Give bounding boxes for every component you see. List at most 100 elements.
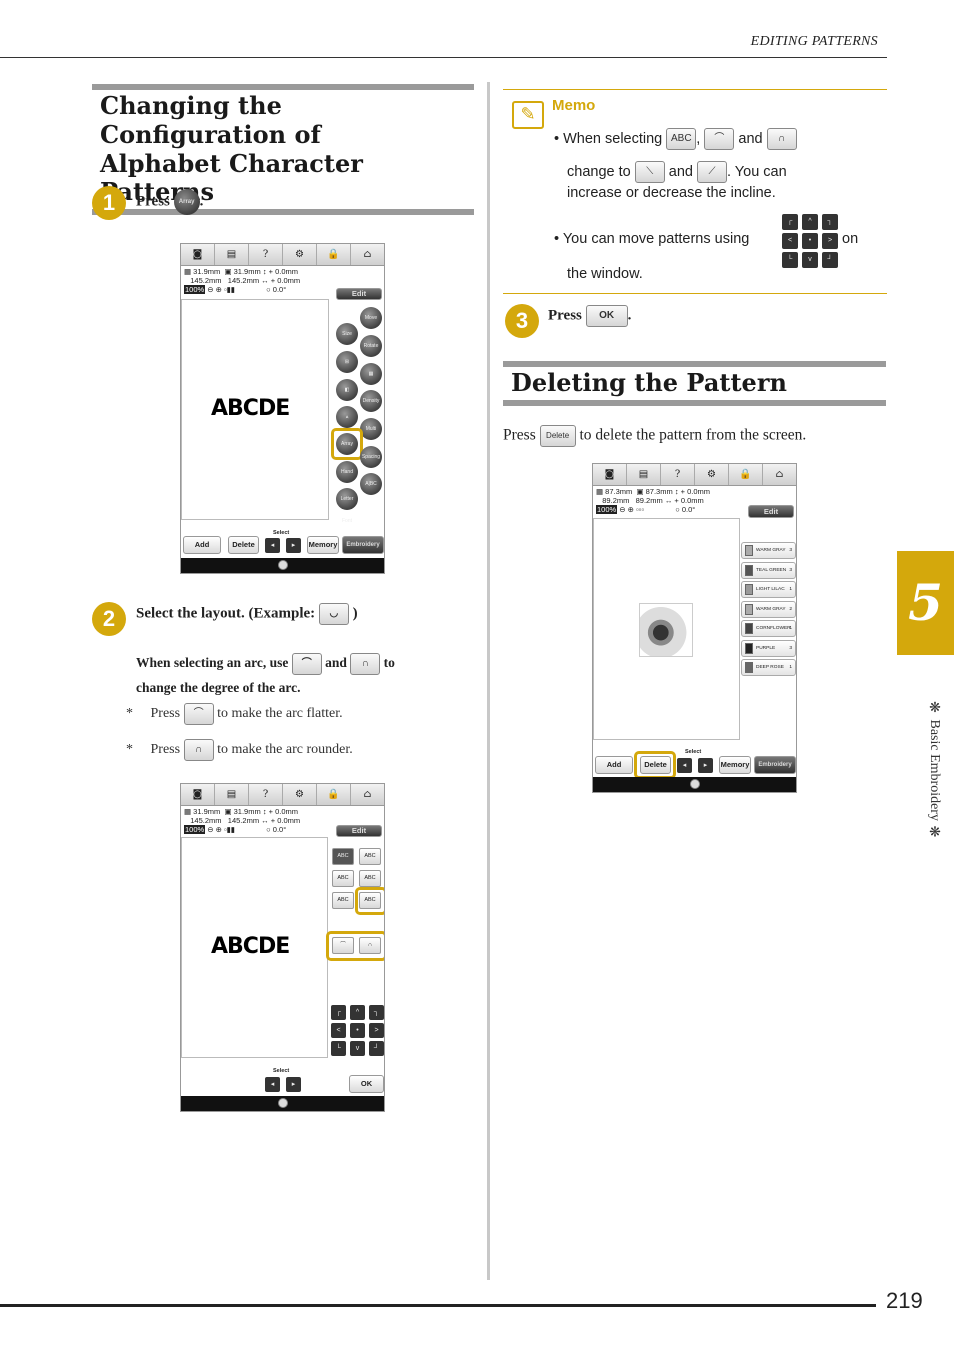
move-up-left-button[interactable]: ┌ [331, 1005, 346, 1020]
mirror-button[interactable]: ⊞ [336, 351, 358, 373]
add-button[interactable]: Add [183, 536, 221, 554]
embroidery-button[interactable]: Embroidery [754, 756, 796, 774]
step-2-badge: 2 [92, 602, 126, 636]
move-right-button[interactable]: > [369, 1023, 384, 1038]
lock-icon[interactable]: 🔒 [317, 784, 351, 805]
move-button[interactable]: Move [360, 307, 382, 329]
thread-count: 3 [789, 567, 792, 573]
ok-button[interactable]: OK [349, 1075, 384, 1093]
layout-straight-button[interactable]: ABC [332, 848, 354, 865]
select-label: Select [685, 749, 702, 755]
edit-button[interactable]: Edit [336, 288, 382, 300]
lock-icon[interactable]: 🔒 [317, 244, 351, 265]
zoom-level[interactable]: 100% [184, 825, 206, 834]
select-prev-button[interactable]: ◂ [677, 758, 692, 773]
select-label: Select [273, 1068, 290, 1074]
settings-icon[interactable]: ⚙ [283, 244, 317, 265]
array-button-icon: Array [173, 189, 200, 215]
move-down-left-button[interactable]: └ [331, 1041, 346, 1056]
hand-type-button[interactable]: Hand Type [336, 461, 358, 497]
thread-spool-icon [745, 662, 753, 673]
camera-icon[interactable]: ◙ [181, 784, 215, 805]
move-center-button[interactable]: • [350, 1023, 365, 1038]
help-icon[interactable]: ? [249, 784, 283, 805]
pattern-abcde[interactable]: ABCDE [211, 934, 290, 959]
clock-icon[interactable] [277, 1098, 288, 1108]
layout-arc-top-button[interactable]: ABC [359, 870, 381, 887]
step-3-badge: 3 [505, 304, 539, 338]
flip-button[interactable]: ⩓ [336, 406, 358, 428]
select-prev-button[interactable]: ◂ [265, 538, 280, 553]
section-title-deleting: Deleting the Pattern [503, 361, 886, 406]
move-down-right-button[interactable]: ┘ [369, 1041, 384, 1056]
thread-item[interactable]: WARM GRAY 2 [741, 600, 796, 618]
edit-button[interactable]: Edit [336, 825, 382, 837]
layout-slant-button[interactable]: ABC [332, 892, 354, 909]
help-icon[interactable]: ? [249, 244, 283, 265]
select-prev-button[interactable]: ◂ [265, 1077, 280, 1092]
clock-icon[interactable] [689, 779, 700, 789]
duplicate-button[interactable]: ◧ [336, 379, 358, 401]
settings-icon[interactable]: ⚙ [695, 464, 729, 485]
thread-item[interactable]: DEEP ROSE 1 [741, 659, 796, 676]
add-button[interactable]: Add [595, 756, 633, 774]
move-left-button[interactable]: < [331, 1023, 346, 1038]
thread-item[interactable]: WARM GRAY 3 [741, 542, 796, 559]
thread-item[interactable]: CORNFLOWER BLUE1 [741, 620, 796, 646]
delete-button-icon: Delete [539, 425, 576, 447]
move-down-button[interactable]: v [350, 1041, 365, 1056]
screen-toolbar: ◙ ▤? ⚙ 🔒 ⌂ [181, 244, 384, 266]
memo-book-icon: ✎ [512, 101, 544, 129]
density-button[interactable]: Density [360, 390, 382, 412]
letter-font-button[interactable]: Letter Font [336, 488, 358, 524]
zoom-level[interactable]: 100% [596, 505, 618, 514]
thread-count: 2 [789, 606, 792, 612]
home-icon[interactable]: ⌂ [351, 784, 384, 805]
arc-layout-highlight [355, 887, 384, 915]
note-bullet: * [126, 706, 133, 722]
help-icon[interactable]: ? [661, 464, 695, 485]
multi-color-button[interactable]: Multi Color [360, 418, 382, 454]
embroidery-canvas[interactable] [593, 518, 740, 740]
lock-icon[interactable]: 🔒 [729, 464, 763, 485]
thread-item[interactable]: LIGHT LILAC 1 [741, 581, 796, 598]
floral-pattern[interactable] [639, 603, 693, 657]
delete-button[interactable]: Delete [228, 536, 259, 554]
home-icon[interactable]: ⌂ [351, 244, 384, 265]
embroidery-canvas[interactable]: ABCDE [181, 837, 328, 1058]
rotate-button[interactable]: Rotate [360, 335, 382, 357]
pattern-abcde[interactable]: ABCDE [211, 396, 290, 421]
settings-icon[interactable]: ⚙ [283, 784, 317, 805]
embroidery-button[interactable]: Embroidery [342, 536, 384, 554]
zoom-level[interactable]: 100% [184, 285, 206, 294]
size-button[interactable]: Size [336, 323, 358, 345]
memory-button[interactable]: Memory [307, 536, 339, 554]
layout-stair-button[interactable]: ABC [332, 870, 354, 887]
move-up-right-button[interactable]: ┐ [369, 1005, 384, 1020]
select-next-button[interactable]: ▸ [286, 1077, 301, 1092]
layout-incline-button[interactable]: ABC [359, 848, 381, 865]
embroidery-canvas[interactable]: ABCDE [181, 299, 329, 520]
home-icon[interactable]: ⌂ [763, 464, 796, 485]
page-icon[interactable]: ▤ [215, 244, 249, 265]
clock-icon[interactable] [277, 560, 288, 570]
page-icon[interactable]: ▤ [215, 784, 249, 805]
letter-split-button[interactable]: A|BC [360, 473, 382, 495]
edit-button[interactable]: Edit [748, 505, 794, 518]
thread-item[interactable]: TEAL GREEN 3 [741, 561, 796, 579]
border-button[interactable]: ▦ [360, 363, 382, 385]
arc-flatter-icon: ⌒ [183, 703, 214, 725]
camera-icon[interactable]: ◙ [593, 464, 627, 485]
nav-down-right-icon: ┘ [822, 252, 838, 268]
page-icon[interactable]: ▤ [627, 464, 661, 485]
spacing-button[interactable]: Spacing [360, 446, 382, 468]
select-next-button[interactable]: ▸ [698, 758, 713, 773]
move-up-button[interactable]: ^ [350, 1005, 365, 1020]
status-bar [181, 558, 384, 573]
camera-icon[interactable]: ◙ [181, 244, 215, 265]
memory-button[interactable]: Memory [719, 756, 751, 774]
select-next-button[interactable]: ▸ [286, 538, 301, 553]
height-value: 89.2 [602, 496, 617, 505]
thread-item[interactable]: PURPLE 3 [741, 639, 796, 657]
thread-count: 3 [789, 645, 792, 651]
